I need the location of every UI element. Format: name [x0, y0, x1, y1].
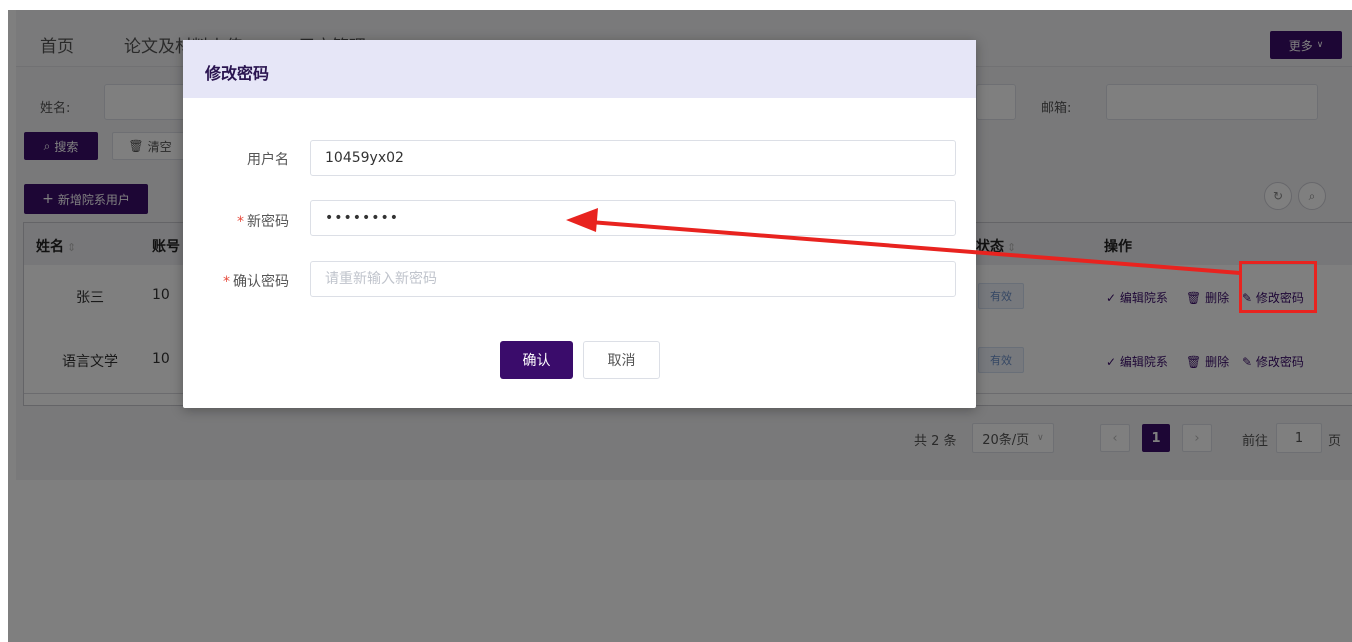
page-root: 首页 论文及材料上传 用户管理 更多 ∨ 姓名: 邮箱: ⌕ 搜索 🗑 清空 +…	[0, 0, 1352, 642]
annotation-arrow-line	[589, 220, 1241, 275]
annotation-arrow-head	[566, 208, 598, 232]
annotation-arrow	[566, 208, 1241, 275]
